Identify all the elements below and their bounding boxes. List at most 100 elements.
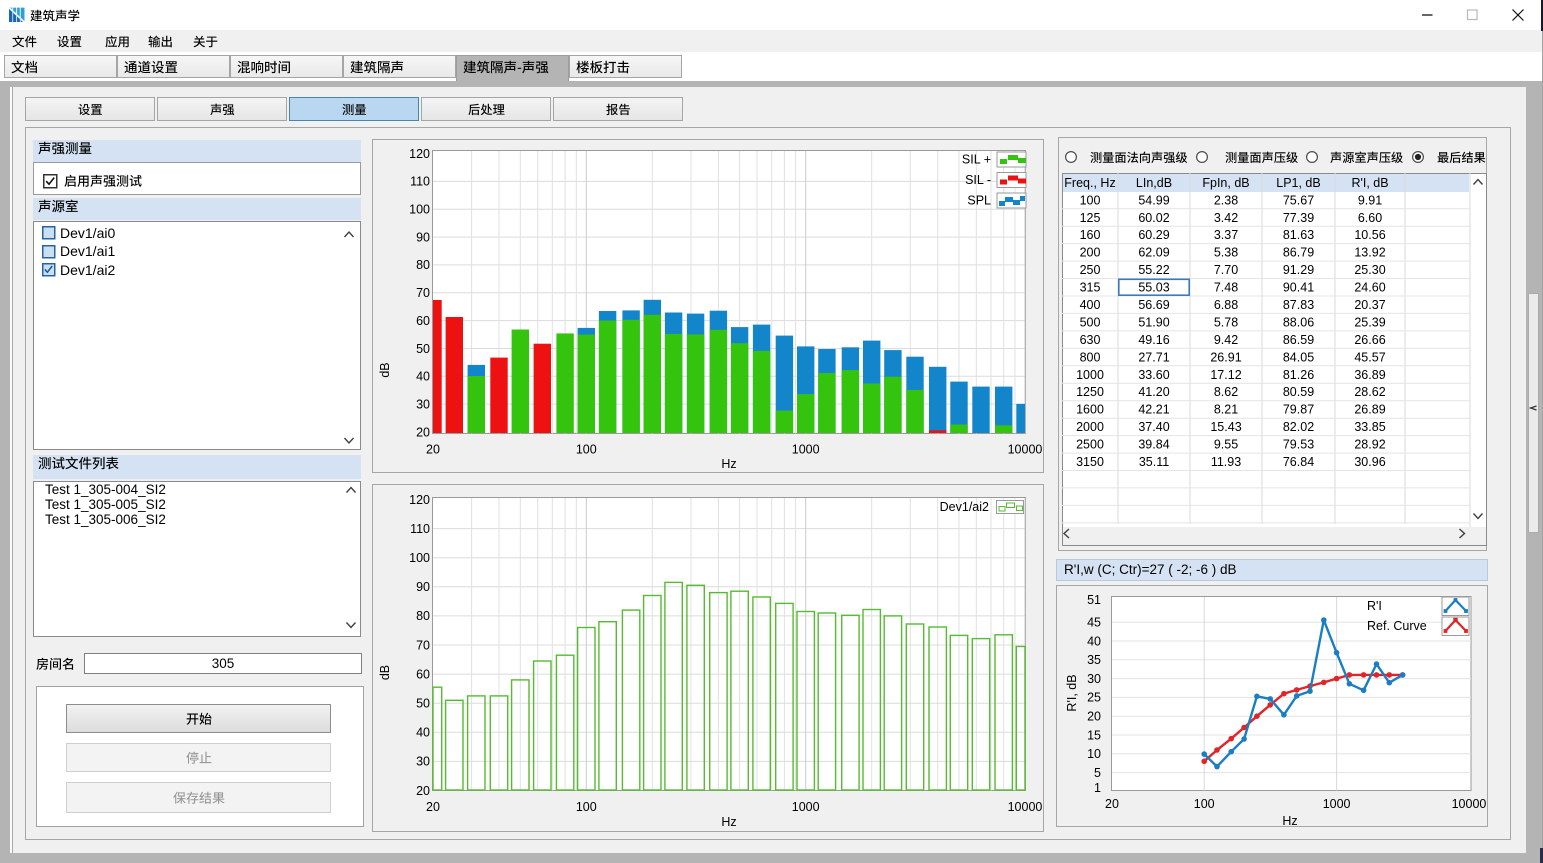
svg-text:25: 25	[1087, 691, 1101, 705]
svg-text:100: 100	[576, 443, 597, 457]
svg-text:400: 400	[1080, 298, 1101, 312]
svg-text:40: 40	[416, 370, 430, 384]
svg-text:Hz: Hz	[721, 457, 736, 471]
svg-text:86.79: 86.79	[1283, 246, 1314, 260]
svg-text:315: 315	[1080, 281, 1101, 295]
svg-text:LP1, dB: LP1, dB	[1276, 176, 1320, 190]
svg-text:76.84: 76.84	[1283, 455, 1314, 469]
svg-text:1000: 1000	[792, 443, 820, 457]
svg-text:R'I, dB: R'I, dB	[1065, 674, 1079, 711]
svg-text:56.69: 56.69	[1138, 298, 1169, 312]
svg-text:100: 100	[409, 203, 430, 217]
svg-text:70: 70	[416, 286, 430, 300]
svg-text:41.20: 41.20	[1138, 385, 1169, 399]
svg-text:LIn,dB: LIn,dB	[1136, 176, 1172, 190]
svg-text:160: 160	[1080, 228, 1101, 242]
svg-text:5: 5	[1094, 766, 1101, 780]
svg-text:FpIn, dB: FpIn, dB	[1202, 176, 1249, 190]
svg-text:630: 630	[1080, 333, 1101, 347]
svg-text:1600: 1600	[1076, 403, 1104, 417]
svg-text:87.83: 87.83	[1283, 298, 1314, 312]
svg-text:20.37: 20.37	[1354, 298, 1385, 312]
svg-text:45: 45	[1087, 616, 1101, 630]
svg-text:11.93: 11.93	[1211, 455, 1241, 469]
svg-text:20: 20	[1105, 797, 1119, 811]
svg-text:55.22: 55.22	[1138, 263, 1169, 277]
svg-text:20: 20	[1087, 710, 1101, 724]
svg-text:R'I: R'I	[1367, 599, 1382, 613]
svg-text:17.12: 17.12	[1210, 368, 1241, 382]
svg-text:Hz: Hz	[721, 815, 736, 829]
svg-text:10000: 10000	[1008, 800, 1043, 814]
svg-text:9.55: 9.55	[1214, 438, 1238, 452]
svg-text:3.37: 3.37	[1214, 228, 1238, 242]
svg-text:50: 50	[416, 342, 430, 356]
svg-text:R'I, dB: R'I, dB	[1351, 176, 1388, 190]
svg-text:Freq., Hz: Freq., Hz	[1064, 176, 1115, 190]
svg-text:Hz: Hz	[1282, 814, 1297, 827]
svg-text:40: 40	[416, 726, 430, 740]
svg-text:20: 20	[426, 443, 440, 457]
svg-text:36.89: 36.89	[1354, 368, 1385, 382]
svg-text:200: 200	[1080, 246, 1101, 260]
svg-text:37.40: 37.40	[1138, 420, 1169, 434]
svg-text:91.29: 91.29	[1283, 263, 1314, 277]
svg-text:20: 20	[426, 800, 440, 814]
svg-text:1250: 1250	[1076, 385, 1104, 399]
svg-text:500: 500	[1080, 315, 1101, 329]
svg-text:35: 35	[1087, 653, 1101, 667]
svg-text:90.41: 90.41	[1283, 281, 1314, 295]
svg-text:SIL +: SIL +	[962, 153, 991, 167]
svg-text:30.96: 30.96	[1354, 455, 1385, 469]
svg-text:28.92: 28.92	[1354, 438, 1385, 452]
svg-text:20: 20	[416, 784, 430, 798]
svg-text:dB: dB	[378, 362, 392, 377]
svg-text:15: 15	[1087, 728, 1101, 742]
svg-text:10000: 10000	[1452, 797, 1487, 811]
svg-text:81.26: 81.26	[1283, 368, 1314, 382]
svg-text:25.39: 25.39	[1354, 315, 1385, 329]
svg-text:82.02: 82.02	[1283, 420, 1314, 434]
svg-text:70: 70	[416, 638, 430, 652]
svg-text:100: 100	[1080, 193, 1101, 207]
svg-text:30: 30	[416, 755, 430, 769]
svg-text:SIL -: SIL -	[965, 173, 991, 187]
svg-text:51.90: 51.90	[1138, 315, 1169, 329]
svg-text:20: 20	[416, 425, 430, 439]
svg-text:26.66: 26.66	[1354, 333, 1385, 347]
svg-text:15.43: 15.43	[1210, 420, 1241, 434]
svg-text:54.99: 54.99	[1138, 193, 1169, 207]
svg-text:800: 800	[1080, 350, 1101, 364]
svg-text:8.62: 8.62	[1214, 385, 1238, 399]
svg-text:Dev1/ai2: Dev1/ai2	[940, 500, 989, 514]
svg-text:79.87: 79.87	[1283, 403, 1314, 417]
svg-text:50: 50	[416, 697, 430, 711]
svg-text:SPL: SPL	[967, 194, 991, 208]
svg-text:5.78: 5.78	[1214, 315, 1238, 329]
svg-text:110: 110	[410, 175, 430, 189]
svg-text:100: 100	[409, 551, 430, 565]
svg-text:1000: 1000	[1076, 368, 1104, 382]
svg-text:40: 40	[1087, 634, 1101, 648]
svg-text:9.91: 9.91	[1358, 193, 1382, 207]
svg-text:8.21: 8.21	[1214, 403, 1238, 417]
svg-text:100: 100	[1194, 797, 1215, 811]
svg-text:120: 120	[409, 147, 430, 161]
svg-text:39.84: 39.84	[1138, 438, 1169, 452]
svg-text:30: 30	[416, 397, 430, 411]
svg-text:250: 250	[1080, 263, 1101, 277]
svg-text:5.38: 5.38	[1214, 246, 1238, 260]
svg-text:1000: 1000	[1323, 797, 1351, 811]
svg-text:25.30: 25.30	[1354, 263, 1385, 277]
svg-text:6.88: 6.88	[1214, 298, 1238, 312]
svg-text:27.71: 27.71	[1138, 350, 1169, 364]
svg-text:84.05: 84.05	[1283, 350, 1314, 364]
svg-text:79.53: 79.53	[1283, 438, 1314, 452]
svg-text:45.57: 45.57	[1354, 350, 1385, 364]
svg-text:80.59: 80.59	[1283, 385, 1314, 399]
svg-text:120: 120	[409, 493, 430, 507]
svg-text:10000: 10000	[1008, 443, 1043, 457]
svg-text:9.42: 9.42	[1214, 333, 1238, 347]
svg-text:Ref. Curve: Ref. Curve	[1367, 619, 1427, 633]
svg-text:86.59: 86.59	[1283, 333, 1314, 347]
